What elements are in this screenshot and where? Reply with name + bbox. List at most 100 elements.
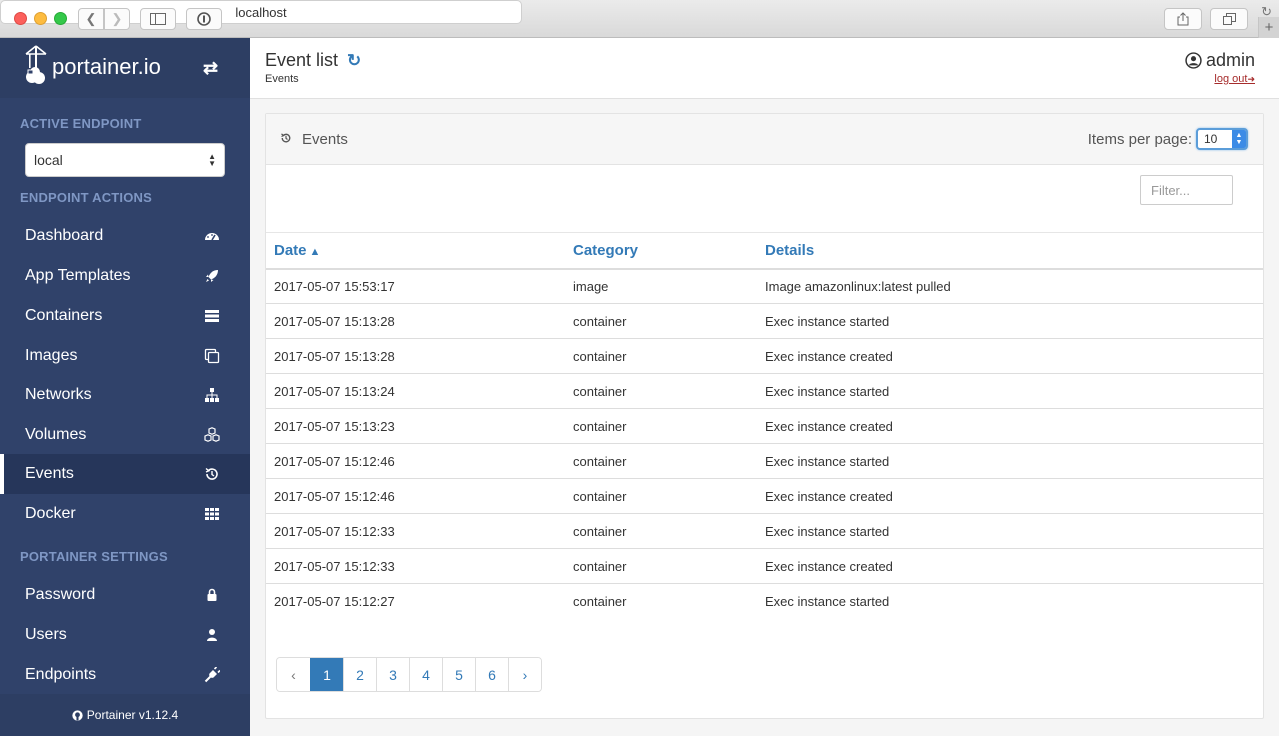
cell-category: container	[573, 583, 765, 619]
cell-date: 2017-05-07 15:53:17	[266, 268, 573, 304]
user-circle-icon	[1185, 52, 1202, 69]
user-menu: admin	[1185, 50, 1255, 71]
cell-category: container	[573, 373, 765, 409]
page-title-text: Event list	[265, 50, 339, 70]
th-icon	[204, 506, 222, 522]
items-per-page-select[interactable]: 10 ▲ ▼	[1196, 128, 1248, 150]
portainer-logo[interactable]: portainer.io	[24, 44, 161, 88]
sidebar-item-containers[interactable]: Containers	[0, 296, 250, 336]
cell-category: container	[573, 303, 765, 339]
cubes-icon	[204, 427, 222, 443]
column-header-date[interactable]: Date ▲	[266, 232, 573, 270]
pagination: ‹ 1 2 3 4 5 6 ›	[276, 657, 542, 692]
chevron-right-icon: ❯	[111, 11, 123, 26]
pagination-prev[interactable]: ‹	[277, 658, 310, 691]
close-window-button[interactable]	[14, 12, 27, 25]
widget-title: Events	[280, 131, 348, 148]
pagination-page-2[interactable]: 2	[343, 658, 376, 691]
cell-details: Exec instance created	[765, 338, 1263, 374]
pagination-next[interactable]: ›	[508, 658, 541, 691]
privacy-report-button[interactable]	[186, 8, 222, 30]
username: admin	[1205, 50, 1255, 70]
sidebar-brand: portainer.io ⇄	[0, 38, 250, 98]
sort-ascending-icon: ▲	[309, 245, 321, 258]
items-per-page-value: 10	[1204, 132, 1218, 146]
sidebar-item-events[interactable]: Events	[0, 454, 250, 494]
sidebar-item-label: Containers	[25, 307, 103, 324]
cell-details: Exec instance created	[765, 408, 1263, 444]
cell-category: container	[573, 408, 765, 444]
sidebar-item-networks[interactable]: Networks	[0, 375, 250, 415]
refresh-icon[interactable]: ↻	[347, 51, 361, 71]
sidebar-item-images[interactable]: Images	[0, 336, 250, 376]
show-sidebar-button[interactable]	[140, 8, 176, 30]
table-row: 2017-05-07 15:12:33 container Exec instanc…	[266, 548, 1263, 584]
rocket-icon	[204, 268, 222, 284]
minimize-window-button[interactable]	[34, 12, 47, 25]
exchange-icon[interactable]: ⇄	[203, 58, 218, 79]
cell-category: container	[573, 478, 765, 514]
column-header-details[interactable]: Details	[765, 232, 1263, 270]
sidebar-footer: Portainer v1.12.4	[0, 694, 250, 736]
events-table: Date ▲ Category Details 2017-05-07 15:53:…	[266, 232, 1263, 619]
logout-label: log out	[1214, 73, 1248, 85]
table-header-row: Date ▲ Category Details	[266, 232, 1263, 270]
forward-button[interactable]: ❯	[104, 8, 130, 30]
new-tab-button[interactable]: +	[1258, 17, 1279, 38]
pagination-page-3[interactable]: 3	[376, 658, 409, 691]
show-tabs-button[interactable]	[1210, 8, 1248, 30]
items-per-page-label: Items per page:	[1087, 130, 1192, 148]
sidebar-item-users[interactable]: Users	[0, 615, 250, 655]
widget-title-text: Events	[302, 131, 348, 148]
cell-date: 2017-05-07 15:13:23	[266, 408, 573, 444]
table-row: 2017-05-07 15:53:17 image Image amazonlinu…	[266, 268, 1263, 304]
table-body: 2017-05-07 15:53:17 image Image amazonlinu…	[266, 268, 1263, 619]
sidebar-item-password[interactable]: Password	[0, 575, 250, 615]
cell-category: container	[573, 513, 765, 549]
sidebar-item-label: Docker	[25, 505, 76, 522]
table-row: 2017-05-07 15:13:23 container Exec instanc…	[266, 408, 1263, 444]
cell-date: 2017-05-07 15:12:46	[266, 443, 573, 479]
cell-details: Exec instance created	[765, 478, 1263, 514]
sidebar-item-app-templates[interactable]: App Templates	[0, 256, 250, 296]
pagination-page-5[interactable]: 5	[442, 658, 475, 691]
cell-details: Exec instance started	[765, 373, 1263, 409]
page-header: Event list ↻ Events admin log out➜	[250, 38, 1279, 99]
cell-date: 2017-05-07 15:12:27	[266, 583, 573, 619]
table-row: 2017-05-07 15:12:33 container Exec instanc…	[266, 513, 1263, 549]
endpoint-select-value: local	[34, 152, 63, 168]
sidebar-item-label: Password	[25, 586, 96, 603]
sidebar-item-endpoints[interactable]: Endpoints	[0, 655, 250, 695]
column-header-category[interactable]: Category	[573, 232, 765, 270]
plus-icon: +	[1264, 19, 1274, 36]
sidebar-item-volumes[interactable]: Volumes	[0, 415, 250, 455]
browser-toolbar: ❮ ❯ localhost ↻ +	[0, 0, 1279, 38]
sidebar-item-label: Images	[25, 347, 78, 364]
cell-category: image	[573, 268, 765, 304]
logout-link[interactable]: log out➜	[1214, 73, 1255, 85]
filter-input[interactable]	[1140, 175, 1233, 205]
endpoint-actions-title: ENDPOINT ACTIONS	[20, 190, 153, 205]
pagination-page-6[interactable]: 6	[475, 658, 508, 691]
table-row: 2017-05-07 15:13:28 container Exec instanc…	[266, 303, 1263, 339]
events-widget: Events Items per page: 10 ▲▼ Date▲ Categ…	[265, 113, 1264, 719]
back-button[interactable]: ❮	[78, 8, 104, 30]
sitemap-icon	[204, 387, 222, 403]
cell-category: container	[573, 548, 765, 584]
endpoint-select[interactable]: local ▲ ▼	[25, 143, 225, 177]
cell-date: 2017-05-07 15:13:24	[266, 373, 573, 409]
cell-details: Exec instance started	[765, 303, 1263, 339]
plug-icon	[204, 667, 222, 683]
pagination-page-1[interactable]: 1	[310, 658, 343, 691]
sidebar-item-dashboard[interactable]: Dashboard	[0, 216, 250, 256]
cell-details: Exec instance started	[765, 443, 1263, 479]
pagination-page-4[interactable]: 4	[409, 658, 442, 691]
table-row: 2017-05-07 15:12:46 container Exec instanc…	[266, 443, 1263, 479]
breadcrumb: Events	[265, 73, 299, 85]
sidebar-item-docker[interactable]: Docker	[0, 494, 250, 534]
sidebar-item-label: Dashboard	[25, 227, 104, 244]
zoom-window-button[interactable]	[54, 12, 67, 25]
widget-header: Events Items per page: 10 ▲ ▼	[266, 114, 1263, 165]
tabs-icon	[1222, 13, 1236, 25]
share-button[interactable]	[1164, 8, 1202, 30]
